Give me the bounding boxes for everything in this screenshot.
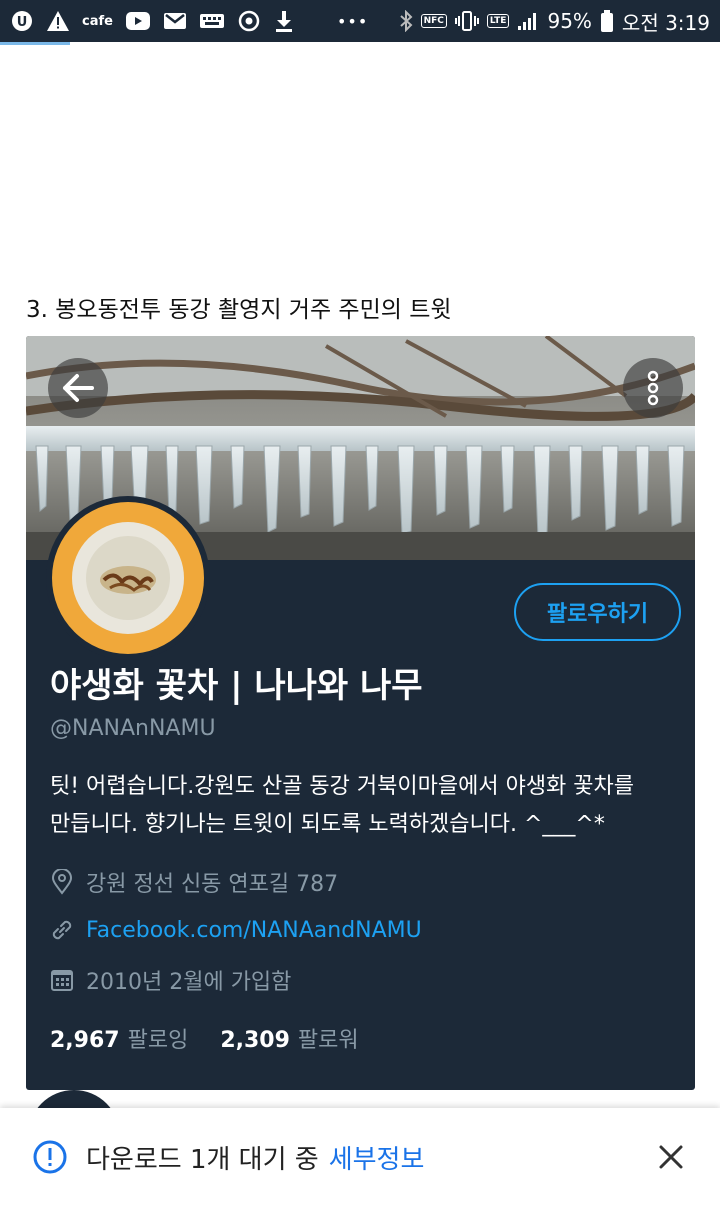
profile-handle: @NANAnNAMU — [50, 716, 216, 741]
cafe-label: cafe — [82, 13, 113, 29]
u-plus-icon: U — [10, 9, 34, 33]
youtube-icon — [125, 9, 151, 33]
followers-stat[interactable]: 2,309 팔로워 — [220, 1022, 358, 1054]
download-icon — [273, 9, 295, 33]
battery-percent: 95% — [547, 9, 592, 33]
article-heading: 3. 봉오동전투 동강 촬영지 거주 주민의 트윗 — [26, 297, 452, 323]
back-button[interactable] — [48, 358, 108, 418]
clock: 오전 3:19 — [621, 10, 710, 35]
location-pin-icon — [48, 868, 76, 896]
followers-count: 2,309 — [220, 1028, 290, 1053]
profile-stats: 2,967 팔로잉 2,309 팔로워 — [50, 1022, 359, 1054]
calendar-icon — [48, 966, 76, 994]
link-icon — [48, 916, 76, 944]
download-status-bar: 다운로드 1개 대기 중 세부정보 — [0, 1108, 720, 1206]
joined-text: 2010년 2월에 가입함 — [86, 970, 292, 995]
info-icon — [33, 1140, 67, 1174]
profile-website[interactable]: Facebook.com/NANAandNAMU — [48, 916, 422, 944]
profile-bio: 팃! 어렵습니다.강원도 산골 동강 거북이마을에서 야생화 꽃차를 만듭니다.… — [50, 768, 680, 844]
sync-icon — [237, 9, 261, 33]
followers-label: 팔로워 — [297, 1028, 359, 1053]
gmail-icon — [163, 9, 187, 33]
follow-button[interactable]: 팔로우하기 — [514, 583, 681, 641]
close-button[interactable] — [654, 1140, 688, 1174]
bluetooth-icon — [399, 9, 413, 33]
more-options-button[interactable] — [623, 358, 683, 418]
profile-location: 강원 정선 신동 연포길 787 — [48, 866, 338, 898]
warning-icon — [46, 9, 70, 33]
avatar[interactable] — [46, 496, 210, 660]
lte-icon: LTE — [486, 14, 510, 28]
profile-display-name: 야생화 꽃차 | 나나와 나무 — [50, 666, 423, 706]
following-label: 팔로잉 — [127, 1028, 189, 1053]
page-load-progress — [0, 42, 70, 45]
battery-icon — [600, 9, 614, 33]
close-icon — [659, 1145, 683, 1169]
arrow-left-icon — [63, 374, 94, 402]
bio-line-2: 만듭니다. 향기나는 트윗이 되도록 노력하겠습니다. ^___^* — [50, 812, 605, 837]
nfc-icon: NFC — [420, 14, 447, 28]
more-vertical-icon — [647, 370, 659, 406]
signal-icon — [517, 9, 539, 33]
download-message: 다운로드 1개 대기 중 — [86, 1144, 319, 1175]
following-stat[interactable]: 2,967 팔로잉 — [50, 1022, 188, 1054]
status-bar: U cafe ••• NFC LTE 95% 오전 3:19 — [0, 0, 720, 42]
more-notifications-icon: ••• — [336, 11, 369, 31]
keyboard-icon — [199, 9, 225, 33]
following-count: 2,967 — [50, 1028, 120, 1053]
location-text: 강원 정선 신동 연포길 787 — [86, 872, 339, 897]
vibrate-icon — [454, 9, 479, 33]
twitter-profile-card: 팔로우하기 야생화 꽃차 | 나나와 나무 @NANAnNAMU 팃! 어렵습니… — [26, 336, 695, 1090]
svg-text:U: U — [17, 15, 28, 30]
bio-line-1: 팃! 어렵습니다.강원도 산골 동강 거북이마을에서 야생화 꽃차를 — [50, 774, 635, 799]
website-link[interactable]: Facebook.com/NANAandNAMU — [86, 918, 422, 943]
profile-joined-date: 2010년 2월에 가입함 — [48, 964, 291, 996]
download-details-link[interactable]: 세부정보 — [329, 1139, 425, 1176]
